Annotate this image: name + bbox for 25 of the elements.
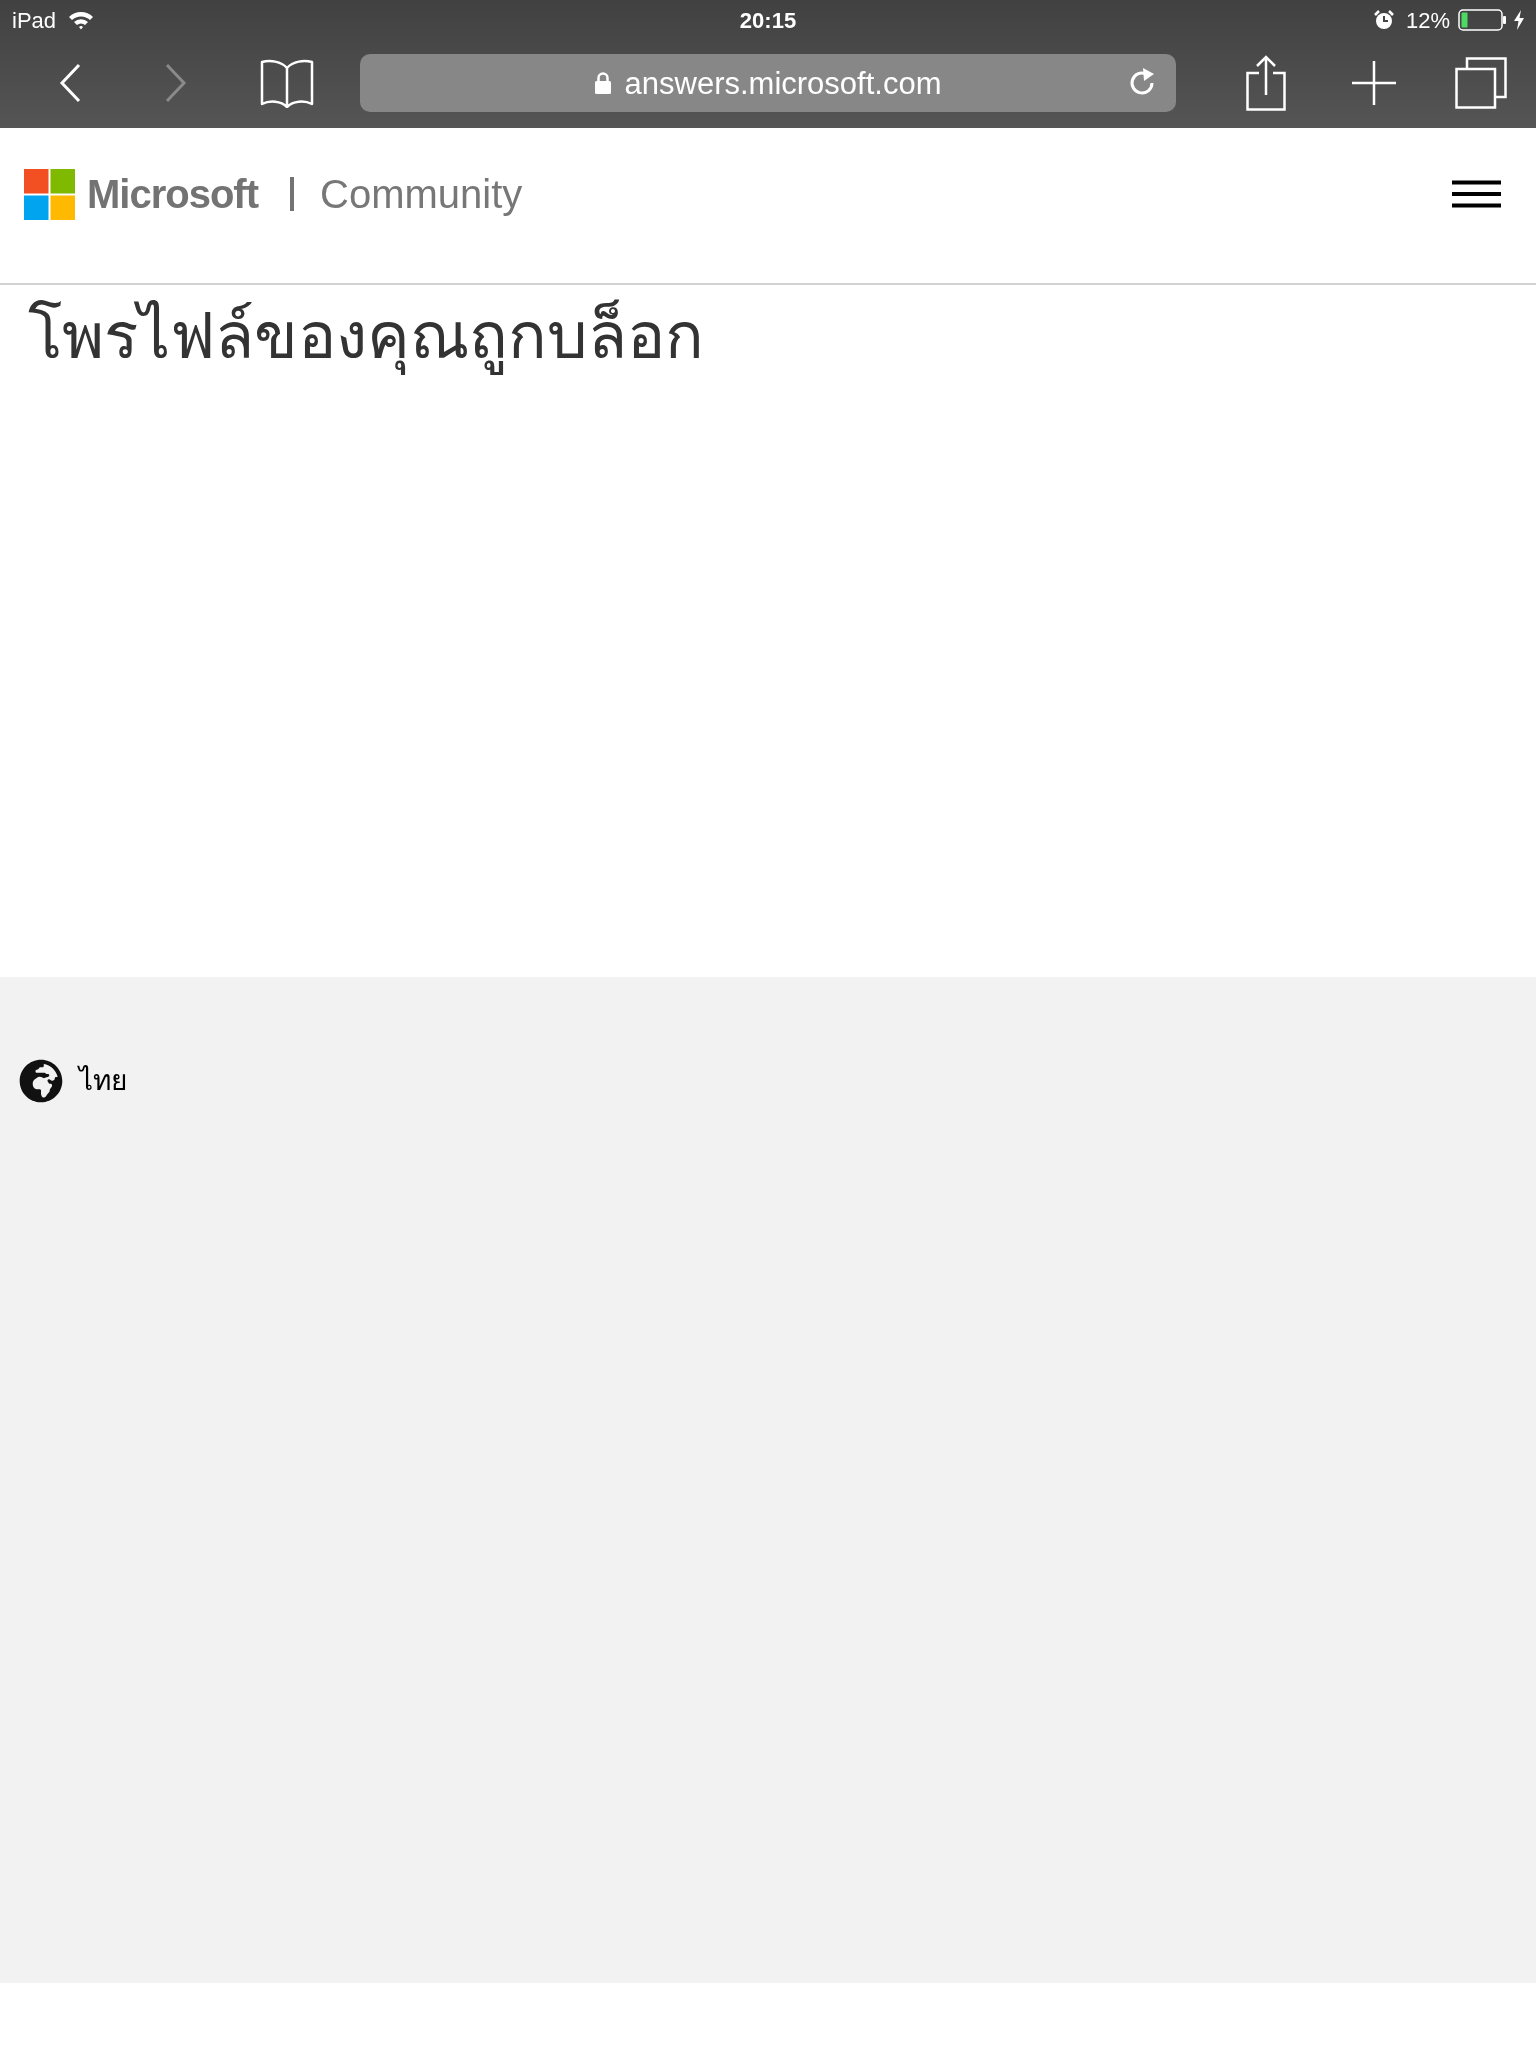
clock-time: 20:15 — [739, 6, 797, 35]
globe-icon — [19, 1059, 63, 1103]
section-link[interactable]: Community — [320, 174, 523, 214]
bookmarks-button[interactable] — [260, 57, 314, 109]
device-name: iPad — [12, 6, 57, 35]
wifi-icon — [68, 10, 95, 30]
language-link[interactable]: ไทย — [79, 1060, 127, 1102]
plus-icon — [1352, 61, 1396, 105]
brand-name[interactable]: Microsoft — [87, 174, 258, 214]
page-title: โพรไฟล์ของคุณถูกบล็อก — [28, 295, 1536, 379]
logo-icon — [24, 168, 75, 220]
battery-percent: 12% — [1405, 6, 1450, 35]
open-book-icon — [260, 58, 314, 108]
battery-icon — [1458, 9, 1506, 31]
chevron-left-icon — [59, 63, 81, 103]
padlock-icon — [594, 72, 611, 94]
menu-icon — [1451, 180, 1501, 208]
alarm-clock-icon — [1373, 10, 1394, 30]
tabs-button[interactable] — [1454, 56, 1508, 110]
chevron-right-icon — [165, 63, 187, 103]
share-icon — [1246, 55, 1286, 111]
overlapping-squares-icon — [1455, 57, 1507, 109]
address-bar[interactable]: answers.microsoft.com — [360, 54, 1176, 112]
url-text: answers.microsoft.com — [624, 67, 942, 99]
lightning-bolt-icon — [1514, 10, 1524, 30]
